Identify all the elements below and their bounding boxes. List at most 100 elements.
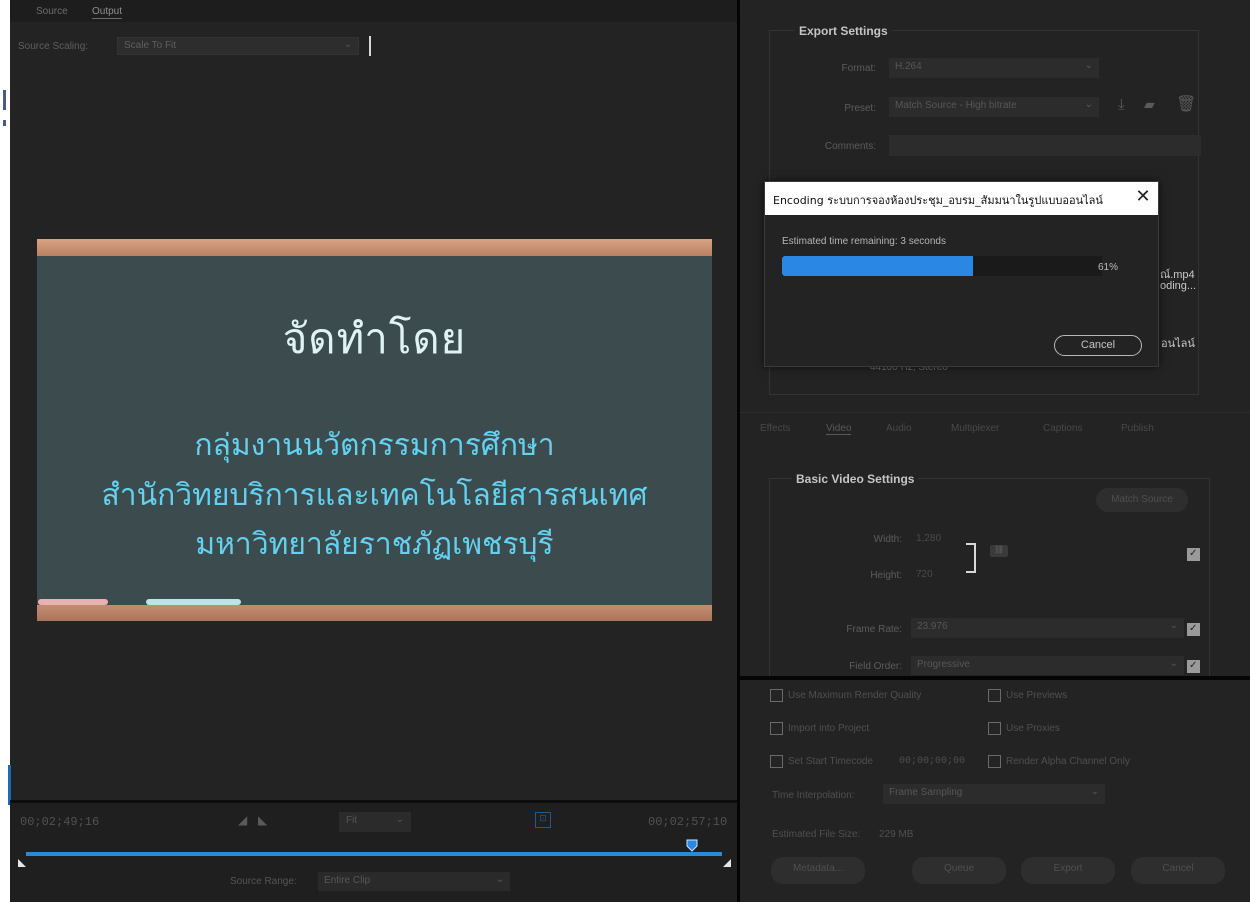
chalk-pink [38, 599, 108, 605]
source-scaling-label: Source Scaling: [18, 41, 89, 52]
use-proxies-label: Use Proxies [1006, 723, 1060, 734]
frame-rate-select[interactable]: 23.976 ⌄ [911, 618, 1184, 638]
chevron-down-icon: ⌄ [395, 814, 404, 825]
format-select[interactable]: H.264 ⌄ [889, 58, 1099, 78]
chevron-down-icon: ⌄ [1084, 60, 1093, 71]
set-in-point-icon[interactable]: ◢ [238, 813, 247, 827]
set-start-timecode-checkbox[interactable] [770, 755, 783, 768]
delete-preset-icon[interactable]: 🗑 [1176, 94, 1196, 114]
tab-publish[interactable]: Publish [1121, 423, 1154, 434]
save-preset-icon[interactable]: ⤓ [1118, 96, 1125, 113]
source-range-value: Entire Clip [324, 875, 371, 886]
tab-audio[interactable]: Audio [886, 423, 912, 434]
use-previews-label: Use Previews [1006, 690, 1068, 701]
tab-effects[interactable]: Effects [760, 423, 790, 434]
render-alpha-label: Render Alpha Channel Only [1006, 756, 1130, 767]
chalk-cyan [146, 599, 241, 605]
time-interpolation-value: Frame Sampling [889, 787, 963, 798]
source-range-label: Source Range: [230, 876, 297, 887]
out-point-marker-icon[interactable] [722, 858, 732, 868]
estimated-file-size-label: Estimated File Size: [772, 829, 861, 840]
render-alpha-checkbox[interactable] [988, 755, 1001, 768]
frame-rate-label: Frame Rate: [846, 624, 902, 635]
pane-focus-edge [8, 765, 11, 805]
aspect-ratio-icon[interactable]: ⊡ [535, 812, 551, 828]
timecode-end[interactable]: 00;02;57;10 [648, 815, 727, 829]
height-value[interactable]: 720 [916, 569, 933, 580]
estimated-file-size-value: 229 MB [879, 829, 914, 840]
width-label: Width: [873, 534, 902, 545]
import-preset-icon[interactable]: ▰ [1144, 96, 1155, 113]
field-order-label: Field Order: [849, 661, 902, 672]
comments-label: Comments: [824, 141, 876, 152]
comments-input[interactable] [889, 135, 1201, 156]
tab-output[interactable]: Output [92, 6, 123, 19]
use-previews-checkbox[interactable] [988, 689, 1001, 702]
text-cursor [369, 36, 371, 56]
metadata-button[interactable]: Metadata... [771, 857, 865, 884]
chalkboard-frame-top [37, 239, 712, 256]
slide-line-3: มหาวิทยาลัยราชภัฏเพชรบุรี [195, 527, 554, 562]
chevron-down-icon: ⌄ [1084, 99, 1093, 110]
chalkboard-frame-bottom [37, 605, 712, 621]
size-match-checkbox[interactable] [1187, 548, 1200, 561]
timecode-start[interactable]: 00;02;49;16 [20, 815, 99, 829]
height-label: Height: [870, 570, 902, 581]
tab-multiplexer[interactable]: Multiplexer [951, 423, 999, 434]
slide-title: จัดทำโดย [282, 314, 467, 363]
tab-source[interactable]: Source [36, 6, 68, 17]
import-into-project-checkbox[interactable] [770, 722, 783, 735]
chevron-down-icon: ⌄ [1090, 786, 1099, 797]
chevron-down-icon: ⌄ [1169, 658, 1178, 669]
cancel-encoding-button[interactable]: Cancel [1054, 335, 1142, 356]
preset-value: Match Source - High bitrate [895, 100, 1017, 111]
frame-rate-match-checkbox[interactable] [1187, 623, 1200, 636]
chevron-down-icon: ⌄ [343, 39, 352, 50]
in-point-marker-icon[interactable] [17, 858, 27, 868]
field-order-value: Progressive [917, 659, 970, 670]
aspect-link-bracket [966, 543, 976, 573]
timeline-track[interactable] [26, 852, 722, 856]
progress-fill [782, 256, 973, 276]
slide-line-1: กลุ่มงานนวัตกรรมการศึกษา [194, 428, 555, 463]
source-range-select[interactable]: Entire Clip ⌄ [318, 872, 510, 891]
field-order-match-checkbox[interactable] [1187, 660, 1200, 673]
preset-select[interactable]: Match Source - High bitrate ⌄ [889, 97, 1099, 117]
zoom-fit-value: Fit [346, 815, 358, 826]
slide-line-2: สำนักวิทยบริการและเทคโนโลยีสารสนเทศ [101, 478, 648, 513]
dialog-title: Encoding ระบบการจองห้องประชุม_อบรม_สัมมน… [773, 194, 1103, 207]
field-order-select[interactable]: Progressive ⌄ [911, 656, 1184, 675]
preset-label: Preset: [844, 103, 876, 114]
set-start-timecode-label: Set Start Timecode [788, 756, 874, 767]
frame-rate-value: 23.976 [917, 621, 948, 632]
summary-peek: อนไลน์ [1161, 337, 1195, 350]
set-out-point-icon[interactable]: ◣ [258, 813, 267, 827]
close-icon[interactable]: ✕ [1134, 186, 1152, 208]
start-timecode-value[interactable]: 00;00;00;00 [899, 756, 965, 767]
width-value[interactable]: 1,280 [916, 533, 941, 544]
link-chain-icon[interactable]: ⛓ [990, 545, 1008, 557]
chevron-down-icon: ⌄ [1169, 620, 1178, 631]
playhead-icon[interactable] [686, 839, 698, 853]
tab-video[interactable]: Video [826, 423, 852, 435]
basic-video-title: Basic Video Settings [792, 472, 919, 486]
source-scaling-value: Scale To Fit [124, 40, 177, 51]
section-divider[interactable] [740, 676, 1250, 680]
tab-captions[interactable]: Captions [1043, 423, 1082, 434]
max-render-quality-checkbox[interactable] [770, 689, 783, 702]
max-render-quality-label: Use Maximum Render Quality [788, 690, 922, 701]
zoom-fit-select[interactable]: Fit ⌄ [339, 812, 411, 832]
estimated-time-remaining: Estimated time remaining: 3 seconds [782, 236, 946, 247]
time-interpolation-select[interactable]: Frame Sampling ⌄ [883, 784, 1105, 804]
export-settings-title: Export Settings [795, 24, 892, 38]
use-proxies-checkbox[interactable] [988, 722, 1001, 735]
match-source-button[interactable]: Match Source [1096, 488, 1188, 512]
import-into-project-label: Import into Project [788, 723, 870, 734]
chevron-down-icon: ⌄ [495, 874, 504, 885]
progress-percent: 61% [1098, 262, 1119, 273]
export-button[interactable]: Export [1021, 857, 1115, 884]
queue-button[interactable]: Queue [912, 857, 1006, 884]
source-scaling-select[interactable]: Scale To Fit ⌄ [117, 37, 359, 55]
cancel-export-button[interactable]: Cancel [1131, 857, 1225, 884]
settings-tabs: Effects Video Audio Multiplexer Captions… [740, 412, 1250, 442]
